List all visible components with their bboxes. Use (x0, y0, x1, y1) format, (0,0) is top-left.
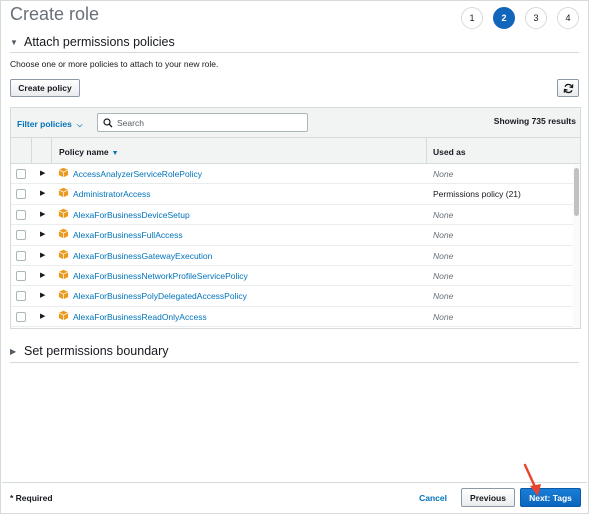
row-checkbox[interactable] (16, 250, 26, 261)
table-row[interactable]: ▶ AlexaForBusinessFullAccess None (11, 225, 580, 246)
attach-policies-heading: Attach permissions policies (24, 35, 175, 49)
policy-used-as: None (433, 230, 454, 241)
table-row[interactable]: ▶ AlexaForBusinessNetworkProfileServicePo… (11, 266, 580, 287)
expand-row-icon[interactable]: ▶ (40, 169, 45, 177)
policy-package-icon (58, 167, 69, 178)
policy-name-link[interactable]: AlexaForBusinessFullAccess (73, 230, 183, 240)
expand-row-icon[interactable]: ▶ (40, 230, 45, 238)
policy-name-column-header[interactable]: Policy name ▼ (59, 147, 119, 157)
row-checkbox[interactable] (16, 169, 26, 179)
policy-package-icon (58, 269, 69, 280)
expand-row-icon[interactable]: ▶ (40, 271, 45, 279)
policy-used-as: None (433, 250, 454, 261)
used-as-column-header[interactable]: Used as (433, 147, 466, 157)
create-role-window: Create role 1 2 3 4 ▼ Attach permissions… (0, 0, 589, 514)
permissions-boundary-header[interactable]: ▶ Set permissions boundary (10, 344, 169, 358)
column-divider (31, 138, 32, 163)
policy-package-icon (58, 208, 69, 219)
step-2-active[interactable]: 2 (493, 7, 515, 29)
policy-name-link[interactable]: AlexaForBusinessPolyDelegatedAccessPolic… (73, 291, 247, 301)
divider (10, 52, 579, 53)
policy-used-as: None (433, 291, 454, 302)
policy-rows: ▶ AccessAnalyzerServiceRolePolicy None ▶ Adm… (11, 164, 580, 328)
policy-used-as: None (433, 209, 454, 220)
row-checkbox[interactable] (16, 291, 26, 302)
policy-name-link[interactable]: AlexaForBusinessNetworkProfileServicePol… (73, 271, 248, 281)
table-row[interactable]: ▶ AlexaForBusinessPolyDelegatedAccessPoli… (11, 286, 580, 307)
policy-package-icon (58, 249, 69, 259)
scrollbar-thumb[interactable] (574, 168, 579, 216)
attach-policies-header[interactable]: ▼ Attach permissions policies (10, 35, 175, 49)
policy-used-as: None (433, 270, 454, 281)
expand-row-icon[interactable]: ▶ (40, 291, 45, 299)
results-count: Showing 735 results (493, 116, 576, 126)
search-icon (103, 117, 113, 127)
footer-bar: * Required Cancel Previous Next: Tags (2, 482, 587, 512)
policy-used-as: None (433, 311, 454, 322)
column-divider (426, 138, 427, 163)
policy-name-header-label: Policy name (59, 147, 109, 157)
policy-name-link[interactable]: AccessAnalyzerServiceRolePolicy (73, 169, 202, 179)
expand-row-icon[interactable]: ▶ (40, 210, 45, 218)
permissions-boundary-heading: Set permissions boundary (24, 344, 169, 358)
filter-policies-label: Filter policies (17, 119, 72, 129)
row-checkbox[interactable] (16, 230, 26, 241)
policy-name-link[interactable]: AdministratorAccess (73, 189, 150, 199)
step-4[interactable]: 4 (557, 7, 579, 29)
expand-row-icon[interactable]: ▶ (40, 251, 45, 259)
step-1[interactable]: 1 (461, 7, 483, 29)
row-checkbox[interactable] (16, 311, 26, 322)
column-divider (51, 138, 52, 163)
refresh-button[interactable] (557, 79, 579, 97)
table-header: Policy name ▼ Used as (11, 138, 580, 164)
policy-package-icon (58, 188, 69, 198)
policy-name-link[interactable]: AlexaForBusinessDeviceSetup (73, 210, 190, 220)
wizard-steps: 1 2 3 4 (461, 7, 579, 29)
policy-package-icon (58, 228, 69, 239)
table-row[interactable]: ▶ AlexaForBusinessReadOnlyAccess None (11, 307, 580, 328)
policy-name-link[interactable]: AlexaForBusinessGatewayExecution (73, 251, 212, 261)
previous-button[interactable]: Previous (461, 488, 515, 507)
policies-panel: Filter policies ⌵ Showing 735 results Po… (10, 107, 581, 329)
attach-description: Choose one or more policies to attach to… (10, 59, 219, 69)
policy-used-as: Permissions policy (21) (433, 189, 521, 200)
policy-used-as: None (433, 169, 454, 179)
policy-package-icon (58, 310, 69, 321)
sort-descending-icon: ▼ (111, 150, 119, 157)
page-title: Create role (10, 4, 100, 24)
caret-right-icon: ▶ (10, 346, 17, 356)
step-3[interactable]: 3 (525, 7, 547, 29)
required-note: * Required (10, 493, 53, 503)
expand-row-icon[interactable]: ▶ (40, 312, 45, 320)
row-checkbox[interactable] (16, 270, 26, 281)
caret-down-icon: ▼ (10, 37, 18, 47)
create-policy-button[interactable]: Create policy (10, 79, 80, 97)
refresh-icon (563, 83, 573, 93)
divider (10, 362, 579, 363)
chevron-down-icon: ⌵ (77, 122, 83, 129)
table-row[interactable]: ▶ AccessAnalyzerServiceRolePolicy None (11, 164, 580, 185)
search-input[interactable] (117, 117, 297, 128)
search-box[interactable] (97, 113, 308, 132)
filter-bar: Filter policies ⌵ Showing 735 results (11, 108, 580, 138)
table-row[interactable]: ▶ AdministratorAccess Permissions policy (… (11, 184, 580, 205)
annotation-arrow-icon (523, 463, 541, 496)
table-row[interactable]: ▶ AlexaForBusinessDeviceSetup None (11, 205, 580, 226)
row-checkbox[interactable] (16, 209, 26, 220)
cancel-link[interactable]: Cancel (419, 493, 447, 503)
expand-row-icon[interactable]: ▶ (40, 189, 45, 197)
row-checkbox[interactable] (16, 189, 26, 200)
policy-package-icon (58, 290, 69, 300)
filter-policies-dropdown[interactable]: Filter policies ⌵ (17, 119, 82, 130)
policy-name-link[interactable]: AlexaForBusinessReadOnlyAccess (73, 312, 207, 322)
table-row[interactable]: ▶ AlexaForBusinessGatewayExecution None (11, 246, 580, 266)
